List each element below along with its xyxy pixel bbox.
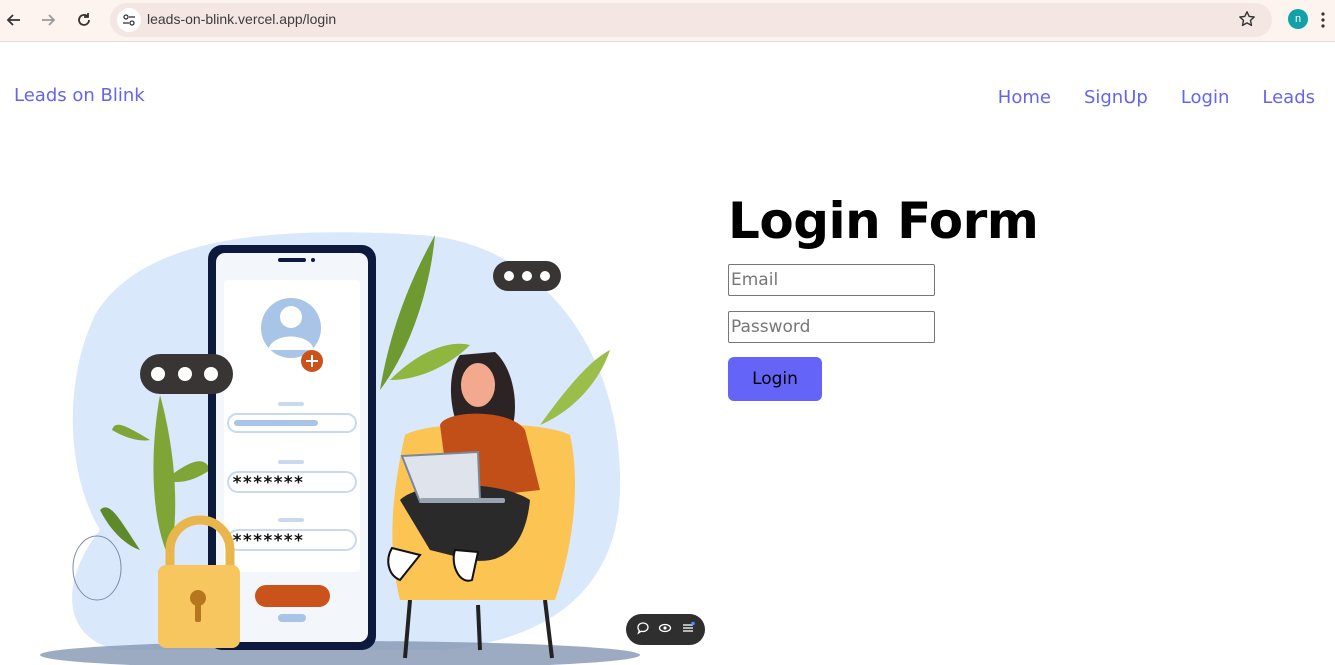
password-mask-1: ******* — [232, 473, 304, 493]
address-bar[interactable]: leads-on-blink.vercel.app/login — [110, 3, 1272, 37]
list-button[interactable] — [681, 620, 695, 639]
main-nav: Home SignUp Login Leads — [965, 87, 1315, 108]
login-form-title: Login Form — [728, 192, 1039, 250]
nav-home-link[interactable]: Home — [998, 87, 1051, 108]
url-text[interactable]: leads-on-blink.vercel.app/login — [147, 11, 336, 27]
password-input[interactable] — [728, 311, 935, 343]
kebab-menu-icon — [1321, 12, 1325, 28]
login-submit-button[interactable]: Login — [728, 357, 822, 401]
reload-button[interactable] — [72, 8, 96, 32]
comment-icon — [637, 622, 649, 635]
bookmark-star-icon — [1239, 11, 1255, 27]
email-input[interactable] — [728, 264, 935, 296]
site-info-button[interactable] — [117, 8, 141, 32]
nav-leads-link[interactable]: Leads — [1262, 87, 1315, 108]
browser-menu-button[interactable] — [1318, 10, 1328, 30]
back-arrow-icon — [6, 14, 20, 26]
floating-toolbar — [626, 614, 705, 645]
list-icon — [682, 621, 695, 632]
forward-arrow-icon — [42, 14, 56, 26]
profile-avatar[interactable]: n — [1288, 9, 1308, 29]
nav-signup-link[interactable]: SignUp — [1084, 87, 1148, 108]
chat-bubble-left — [140, 354, 233, 394]
site-settings-icon — [123, 14, 135, 26]
login-illustration: ******* ******* — [40, 232, 640, 665]
bookmark-button[interactable] — [1238, 10, 1256, 32]
view-button[interactable] — [658, 620, 672, 639]
back-button[interactable] — [2, 8, 26, 32]
reload-icon — [78, 13, 90, 26]
comment-button[interactable] — [636, 620, 650, 639]
chat-bubble-right — [493, 261, 561, 291]
password-mask-2: ******* — [232, 531, 304, 551]
brand-logo-link[interactable]: Leads on Blink — [14, 85, 145, 106]
nav-login-link[interactable]: Login — [1181, 87, 1230, 108]
forward-button[interactable] — [36, 8, 60, 32]
eye-icon — [659, 623, 672, 633]
browser-toolbar: leads-on-blink.vercel.app/login n — [0, 0, 1335, 42]
